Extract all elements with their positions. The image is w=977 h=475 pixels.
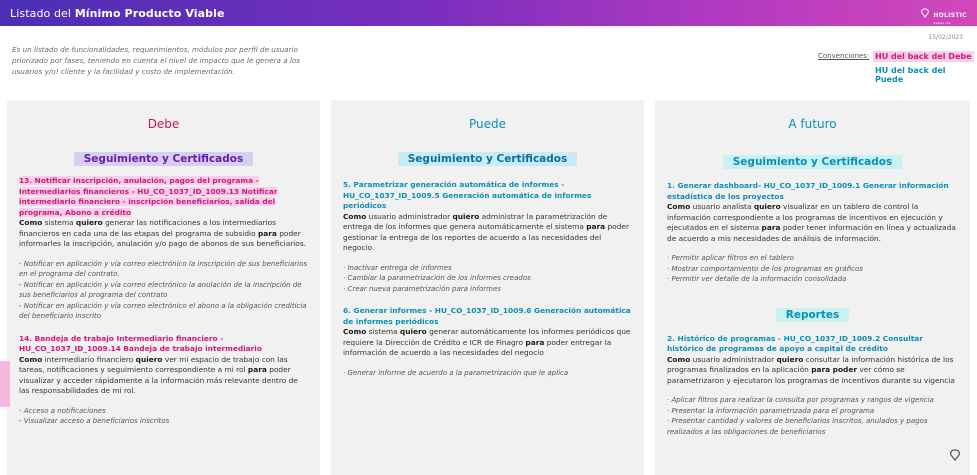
criteria-item: - Visualizar acceso a beneficiarios insc… — [19, 417, 170, 425]
criteria-item: · Permitir aplicar filtros en el tablero — [667, 254, 794, 262]
brand-logo: HOLISTIC design lab — [920, 2, 967, 25]
intro-text: Es un listado de funcionalidades, requer… — [12, 45, 301, 76]
brand-name: HOLISTIC — [933, 11, 967, 19]
date-label: 15/02/2023 — [928, 34, 963, 41]
convention-debe-tag: HU del back del Debe — [873, 51, 974, 62]
criteria-item: · Permitir ver detalle de la información… — [667, 275, 847, 283]
story-description: Como sistema quiero generar automáticame… — [343, 327, 631, 357]
column-title: Puede — [468, 117, 506, 131]
user-story[interactable]: 2. Histórico de programas - HU_CO_1037_I… — [667, 334, 958, 438]
sticky-note[interactable] — [0, 361, 10, 407]
column-a-futuro: A futuro Seguimiento y Certificados 1. G… — [655, 100, 970, 475]
criteria-item: · Aplicar filtros para realizar la consu… — [667, 396, 934, 404]
brand-subtitle: design lab — [933, 20, 951, 25]
page-title-bold: Mínimo Producto Viable — [74, 6, 225, 20]
story-title: 1. Generar dashboard- HU_CO_1037_ID_1009… — [667, 181, 949, 201]
story-title: 13. Notificar inscripción, anulación, pa… — [19, 176, 278, 217]
story-criteria: - Notificar en aplicación y vía correo e… — [19, 259, 308, 322]
criteria-item: · Presentar cantidad y valores de benefi… — [667, 417, 928, 436]
story-title: 6. Generar informes - HU_CO_1037_ID_1009… — [343, 306, 631, 326]
section-header-reportes: Reportes — [775, 307, 850, 322]
criteria-item: - Notificar en aplicación y vía correo e… — [19, 280, 302, 300]
user-story[interactable]: 5. Parametrizar generación automática de… — [343, 180, 632, 294]
convention-puede-tag: HU del back del Puede — [875, 66, 946, 84]
story-title: 2. Histórico de programas - HU_CO_1037_I… — [667, 333, 923, 354]
user-story[interactable]: 13. Notificar inscripción, anulación, pa… — [19, 176, 308, 322]
criteria-item: · Crear nueva parametrización para infor… — [343, 284, 501, 293]
corner-logo-icon — [941, 441, 969, 469]
section-header: Seguimiento y Certificados — [722, 155, 903, 169]
story-criteria: - Acceso a notificaciones - Visualizar a… — [19, 406, 308, 427]
criteria-item: - Acceso a notificaciones — [19, 406, 106, 415]
conventions-label: Convenciones: — [818, 52, 870, 60]
page-title-prefix: Listado del — [10, 6, 75, 20]
criteria-item: - Notificar en aplicación y vía correo e… — [19, 301, 307, 321]
criteria-item: · Mostrar comportamiento de los programa… — [667, 264, 863, 273]
criteria-item: · Presentar la información parametrizada… — [667, 406, 875, 415]
user-story[interactable]: 1. Generar dashboard- HU_CO_1037_ID_1009… — [667, 181, 958, 285]
story-criteria: · Aplicar filtros para realizar la consu… — [667, 395, 958, 437]
story-description: Como intermediario financiero quiero ver… — [19, 354, 298, 396]
column-debe: Debe Seguimiento y Certificados 13. Noti… — [7, 100, 320, 475]
criteria-item: - Notificar en aplicación y vía correo e… — [19, 259, 308, 279]
brand-icon — [921, 8, 930, 18]
column-title: Debe — [147, 117, 180, 131]
column-puede: Puede Seguimiento y Certificados 5. Para… — [331, 100, 644, 475]
story-title: 14. Bandeja de trabajo Intermediario fin… — [19, 333, 262, 354]
criteria-item: · Cambiar la parametrización de los info… — [343, 274, 531, 282]
criteria-item: · Generar informe de acuerdo a la parame… — [343, 368, 569, 377]
story-criteria: · Generar informe de acuerdo a la parame… — [343, 368, 632, 379]
user-story[interactable]: 14. Bandeja de trabajo Intermediario fin… — [19, 334, 308, 427]
story-criteria: · Inactivar entrega de informes · Cambia… — [343, 263, 632, 295]
story-description: Como usuario analista quiero visualizar … — [667, 202, 956, 243]
section-header: Seguimiento y Certificados — [73, 152, 254, 166]
section-header: Seguimiento y Certificados — [397, 152, 578, 166]
story-description: Como usuario administrador quiero admini… — [343, 211, 629, 253]
page-title: Listado del Mínimo Producto Viable — [10, 7, 225, 20]
user-story[interactable]: 6. Generar informes - HU_CO_1037_ID_1009… — [343, 306, 632, 378]
criteria-item: · Inactivar entrega de informes — [343, 263, 452, 272]
story-description: Como sistema quiero generar las notifica… — [19, 218, 307, 248]
column-title: A futuro — [788, 117, 837, 131]
story-description: Como usuario administrador quiero consul… — [667, 354, 955, 385]
story-title: 5. Parametrizar generación automática de… — [343, 180, 592, 210]
story-criteria: · Permitir aplicar filtros en el tablero… — [667, 253, 958, 285]
header-bar: Listado del Mínimo Producto Viable HOLIS… — [0, 0, 977, 26]
